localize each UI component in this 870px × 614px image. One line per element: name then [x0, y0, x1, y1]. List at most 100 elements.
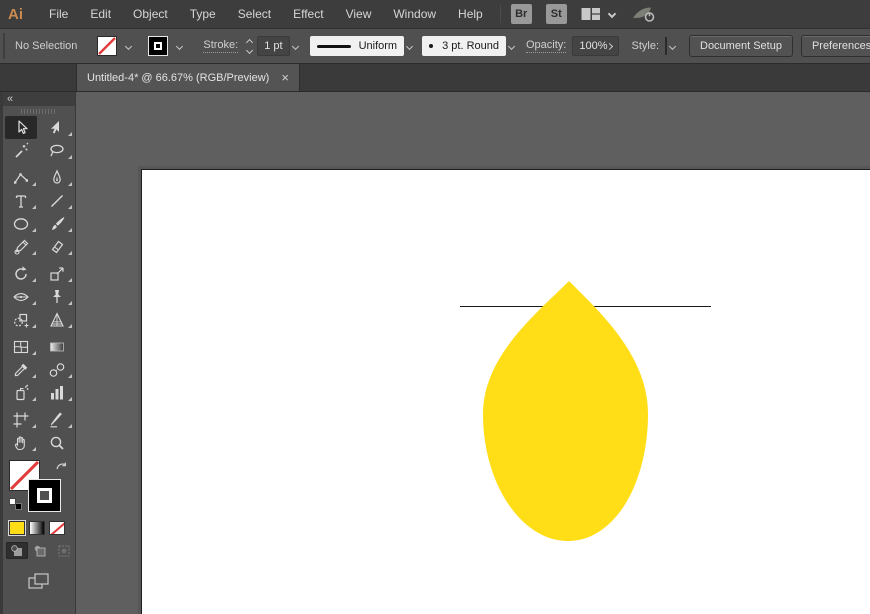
draw-inside-button[interactable]: [53, 542, 75, 559]
draw-inside-icon: [58, 545, 70, 556]
zoom-tool[interactable]: [39, 431, 75, 454]
ellipse-tool[interactable]: [3, 212, 39, 235]
eraser-tool[interactable]: [39, 235, 75, 258]
draw-behind-button[interactable]: [29, 542, 51, 559]
tool-grid: [3, 116, 75, 454]
curvature-tool[interactable]: [3, 166, 39, 189]
blend-tool-icon: [49, 362, 65, 377]
tools-panel: «: [0, 92, 76, 614]
menu-edit[interactable]: Edit: [79, 0, 122, 29]
paintbrush-tool[interactable]: [39, 212, 75, 235]
brush-dropdown[interactable]: [507, 36, 516, 56]
screen-mode-button[interactable]: [3, 559, 75, 589]
puppet-warp-tool[interactable]: [39, 285, 75, 308]
color-button[interactable]: [8, 520, 26, 536]
bridge-button[interactable]: Br: [510, 4, 532, 24]
shape-builder-tool[interactable]: [3, 308, 39, 331]
opacity-label[interactable]: Opacity:: [525, 39, 567, 53]
menu-help[interactable]: Help: [447, 0, 494, 29]
artboard[interactable]: [141, 169, 870, 614]
style-dropdown[interactable]: [668, 36, 677, 56]
rotate-tool[interactable]: [3, 262, 39, 285]
menu-type[interactable]: Type: [179, 0, 227, 29]
perspective-grid-tool[interactable]: [39, 308, 75, 331]
stroke-weight-field[interactable]: 1 pt: [257, 36, 290, 56]
panel-collapse-button[interactable]: «: [3, 92, 75, 106]
swap-fill-stroke-icon[interactable]: [55, 460, 69, 475]
slice-tool[interactable]: [39, 408, 75, 431]
blend-tool[interactable]: [39, 358, 75, 381]
tab-close-icon[interactable]: ×: [281, 71, 289, 84]
document-setup-button[interactable]: Document Setup: [689, 35, 793, 57]
mesh-tool-icon: [13, 340, 29, 353]
ellipse-tool-icon: [13, 217, 29, 230]
line-segment-tool-icon: [51, 194, 63, 207]
menu-effect[interactable]: Effect: [282, 0, 334, 29]
menu-view[interactable]: View: [335, 0, 383, 29]
style-swatch[interactable]: [665, 37, 667, 55]
curvature-tool-icon: [14, 172, 28, 184]
width-profile-dropdown[interactable]: [406, 36, 414, 56]
opacity-field[interactable]: 100%: [572, 36, 620, 56]
shaper-pencil-tool[interactable]: [3, 235, 39, 258]
scale-tool-icon: [50, 266, 64, 281]
column-graph-tool-icon: [51, 385, 63, 399]
column-graph-tool[interactable]: [39, 381, 75, 404]
style-label: Style:: [631, 40, 659, 52]
selection-status: No Selection: [15, 40, 78, 52]
width-profile-widget[interactable]: Uniform: [309, 36, 405, 56]
scale-tool[interactable]: [39, 262, 75, 285]
stroke-weight-dropdown[interactable]: [291, 36, 299, 56]
symbol-sprayer-tool-icon: [16, 384, 29, 400]
pen-tool[interactable]: [39, 166, 75, 189]
magic-wand-tool-icon: [15, 142, 29, 158]
rotate-tool-icon: [15, 265, 27, 280]
fill-dropdown[interactable]: [120, 36, 136, 56]
stroke-weight-stepper[interactable]: [246, 38, 254, 54]
hand-tool[interactable]: [3, 431, 39, 454]
type-tool[interactable]: [3, 189, 39, 212]
hand-tool-icon: [14, 435, 25, 450]
stock-button[interactable]: St: [545, 4, 567, 24]
stroke-swatch[interactable]: [148, 36, 169, 56]
lasso-tool[interactable]: [39, 139, 75, 162]
magic-wand-tool[interactable]: [3, 139, 39, 162]
menu-object[interactable]: Object: [122, 0, 179, 29]
stroke-indicator-icon: [37, 488, 52, 503]
menu-window[interactable]: Window: [382, 0, 447, 29]
menu-file[interactable]: File: [38, 0, 79, 29]
menu-select[interactable]: Select: [227, 0, 282, 29]
eyedropper-tool[interactable]: [3, 358, 39, 381]
default-fill-stroke-icon[interactable]: [9, 498, 22, 510]
gradient-button[interactable]: [29, 521, 45, 535]
selection-tool[interactable]: [5, 116, 37, 139]
mesh-tool[interactable]: [3, 335, 39, 358]
control-bar-grip[interactable]: [3, 33, 5, 59]
leaf-shape[interactable]: [483, 281, 648, 541]
artboard-tool[interactable]: [3, 408, 39, 431]
symbol-sprayer-tool[interactable]: [3, 381, 39, 404]
type-tool-icon: [15, 194, 27, 208]
workspace-switcher[interactable]: [581, 7, 616, 21]
brush-widget[interactable]: 3 pt. Round: [422, 36, 506, 56]
fill-swatch[interactable]: [97, 36, 118, 56]
tools-panel-grip[interactable]: [21, 109, 57, 114]
stroke-color-well[interactable]: [28, 479, 61, 512]
share-power-icon[interactable]: [631, 5, 655, 23]
direct-selection-tool-icon: [51, 120, 59, 133]
brush-preview-icon: [429, 44, 434, 48]
chevron-down-icon: [607, 9, 616, 19]
menu-bar: Ai File Edit Object Type Select Effect V…: [0, 0, 870, 29]
width-tool[interactable]: [3, 285, 39, 308]
line-segment-tool[interactable]: [39, 189, 75, 212]
document-tab[interactable]: Untitled-4* @ 66.67% (RGB/Preview) ×: [76, 64, 300, 91]
stroke-label[interactable]: Stroke:: [203, 39, 239, 53]
draw-normal-button[interactable]: [6, 542, 29, 559]
gradient-tool[interactable]: [39, 335, 75, 358]
direct-selection-tool[interactable]: [39, 116, 75, 139]
none-button[interactable]: [49, 521, 65, 535]
stroke-swatch-dropdown[interactable]: [171, 36, 187, 56]
screen-mode-icon: [28, 573, 49, 589]
preferences-button[interactable]: Preferences: [800, 35, 870, 57]
canvas-area[interactable]: [76, 92, 870, 614]
